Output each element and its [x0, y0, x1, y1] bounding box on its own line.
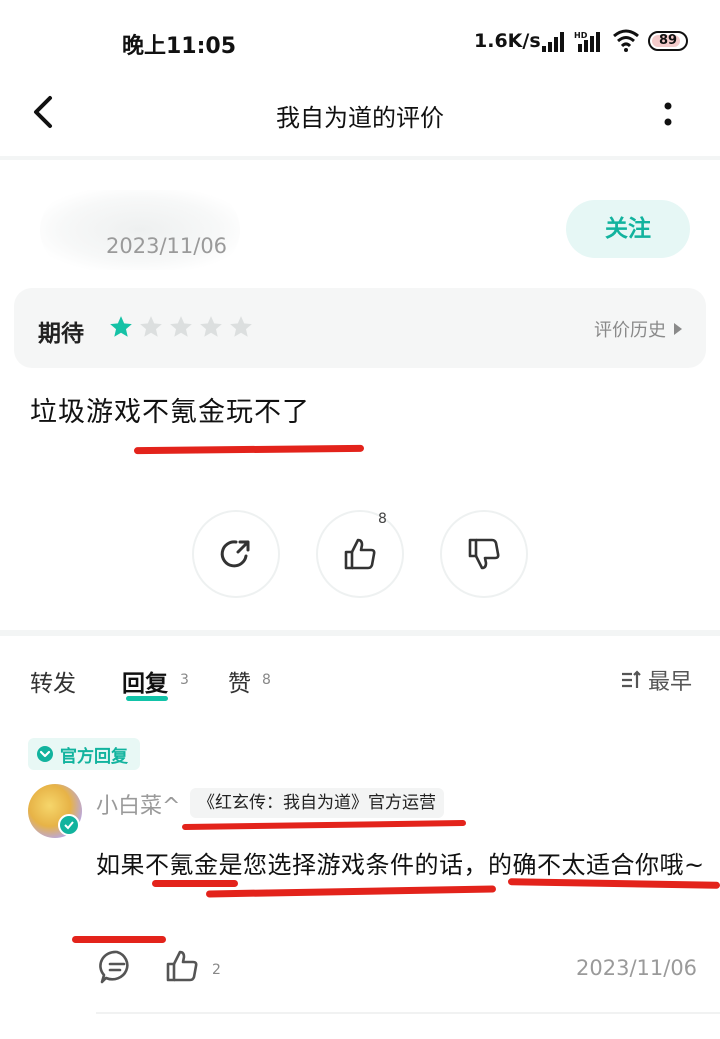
battery-percent: 89	[658, 33, 678, 48]
dislike-button[interactable]	[440, 510, 528, 598]
star-empty-icon	[170, 316, 192, 337]
rating-history-link[interactable]: 评价历史	[594, 316, 682, 342]
official-reply-label: 官方回复	[60, 746, 128, 767]
sort-control[interactable]: 最早	[620, 664, 692, 696]
page-title: 我自为道的评价	[276, 104, 444, 132]
wifi-icon	[613, 29, 639, 52]
battery-indicator: 89	[648, 31, 688, 51]
more-vertical-icon[interactable]	[658, 96, 678, 132]
status-bar: 晚上11:05 1.6K/s HD 89	[0, 0, 720, 80]
sort-icon	[622, 670, 641, 688]
share-icon	[220, 540, 250, 568]
signal-hd-icon: HD	[574, 31, 600, 52]
post-date: 2023/11/06	[106, 234, 228, 258]
reply-user-tag: 《红玄传：我自为道》官方运营	[190, 788, 444, 818]
network-speed: 1.6K/s	[474, 30, 541, 52]
tab-likes-count: 8	[262, 672, 271, 688]
rating-box: 期待 评价历史	[14, 288, 706, 368]
tab-active-indicator	[126, 696, 168, 701]
official-reply-badge: 官方回复	[28, 738, 140, 770]
status-time: 晚上11:05	[122, 34, 237, 59]
star-empty-icon	[230, 316, 252, 337]
star-empty-icon	[140, 316, 162, 337]
rating-label: 期待	[38, 321, 84, 347]
section-divider	[0, 630, 720, 636]
reply-thumbs-up-icon[interactable]	[162, 946, 202, 986]
reply-username[interactable]: 小白菜^	[96, 788, 180, 820]
star-filled-icon	[110, 316, 132, 337]
tabs-bar: 转发 回复 3 赞 8 最早	[0, 650, 720, 710]
review-text: 垃圾游戏不氪金玩不了	[30, 397, 310, 428]
arrow-right-icon	[674, 323, 682, 335]
signal-icon	[542, 32, 564, 52]
nav-bar: 我自为道的评价	[0, 80, 720, 150]
tab-replies[interactable]: 回复	[122, 664, 168, 698]
tab-replies-count: 3	[180, 672, 189, 688]
reply-date: 2023/11/06	[576, 956, 698, 980]
annotation-underline	[181, 820, 467, 830]
svg-text:HD: HD	[574, 31, 588, 40]
rating-history-label: 评价历史	[594, 320, 666, 341]
annotation-underline	[152, 880, 238, 887]
share-button[interactable]	[192, 510, 280, 598]
tab-forward[interactable]: 转发	[30, 664, 76, 698]
star-empty-icon	[200, 316, 222, 337]
reply-like-count: 2	[212, 962, 221, 978]
thumbs-up-icon	[344, 538, 376, 570]
header-divider	[0, 156, 720, 160]
verified-icon	[58, 814, 80, 836]
rating-stars	[108, 314, 254, 340]
thumbs-down-icon	[468, 538, 500, 570]
tab-likes[interactable]: 赞	[228, 664, 251, 698]
like-count: 8	[378, 511, 387, 527]
annotation-underline	[72, 936, 166, 943]
like-button[interactable]	[316, 510, 404, 598]
author-avatar-blurred[interactable]	[40, 190, 240, 270]
sort-label: 最早	[648, 670, 693, 695]
comment-icon[interactable]	[98, 948, 136, 986]
follow-button[interactable]: 关注	[566, 200, 690, 258]
annotation-underline	[133, 444, 365, 455]
official-badge-icon	[37, 746, 53, 762]
reply-divider	[96, 1012, 720, 1014]
